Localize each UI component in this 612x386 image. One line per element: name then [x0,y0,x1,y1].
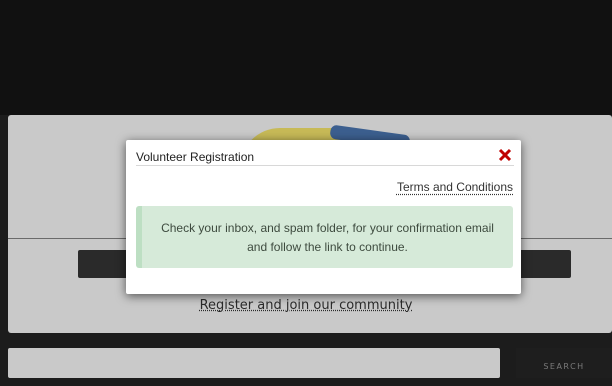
page-header-area [0,0,612,115]
confirmation-message: Check your inbox, and spam folder, for y… [161,221,494,254]
terms-and-conditions-link[interactable]: Terms and Conditions [397,180,513,194]
modal-title: Volunteer Registration [136,150,255,164]
register-link[interactable]: Register and join our community [0,298,612,313]
modal-header: Volunteer Registration [136,140,514,166]
confirmation-alert: Check your inbox, and spam folder, for y… [136,206,513,268]
close-icon [498,148,512,162]
volunteer-registration-modal: Volunteer Registration Terms and Conditi… [126,140,521,294]
search-input[interactable] [8,348,500,378]
search-button[interactable]: SEARCH [516,348,612,378]
close-button[interactable] [496,146,514,164]
